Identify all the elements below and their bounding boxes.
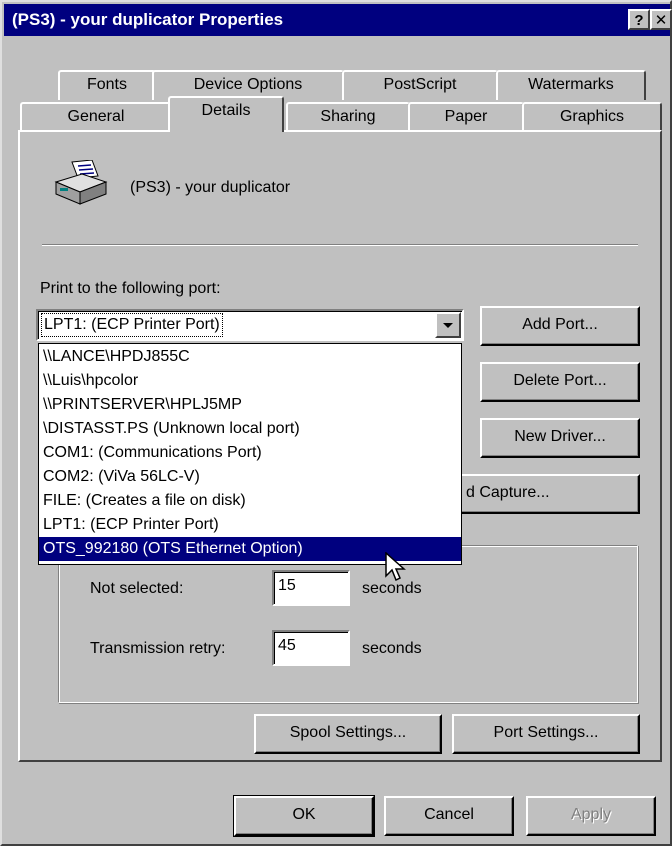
transmission-retry-value: 45	[278, 637, 296, 654]
properties-dialog: (PS3) - your duplicator Properties ? ✕ F…	[0, 0, 672, 846]
tab-label: General	[67, 108, 125, 125]
list-item[interactable]: COM1: (Communications Port)	[39, 441, 461, 465]
port-settings-button[interactable]: Port Settings...	[452, 714, 640, 754]
delete-port-label: Delete Port...	[513, 372, 607, 389]
list-item[interactable]: FILE: (Creates a file on disk)	[39, 489, 461, 513]
port-dropdown-list[interactable]: \\LANCE\HPDJ855C \\Luis\hpcolor \\PRINTS…	[38, 343, 462, 565]
tab-label: PostScript	[383, 76, 457, 93]
spool-settings-button[interactable]: Spool Settings...	[254, 714, 442, 754]
printer-icon	[54, 160, 108, 205]
tab-sharing[interactable]: Sharing	[286, 102, 410, 132]
port-label: Print to the following port:	[40, 280, 221, 298]
new-driver-label: New Driver...	[514, 428, 606, 445]
apply-label: Apply	[570, 806, 612, 823]
list-item[interactable]: LPT1: (ECP Printer Port)	[39, 513, 461, 537]
tab-label: Watermarks	[528, 76, 614, 93]
help-icon: ?	[634, 12, 644, 29]
not-selected-value: 15	[278, 577, 296, 594]
cancel-button[interactable]: Cancel	[384, 796, 514, 836]
transmission-retry-unit: seconds	[362, 640, 422, 657]
ok-button[interactable]: OK	[233, 795, 375, 837]
tab-label: Fonts	[86, 76, 127, 93]
tab-graphics[interactable]: Graphics	[522, 102, 662, 132]
port-settings-label: Port Settings...	[493, 724, 599, 741]
apply-button[interactable]: Apply	[526, 796, 656, 836]
title-bar[interactable]: (PS3) - your duplicator Properties ? ✕	[4, 4, 672, 36]
add-port-button[interactable]: Add Port...	[480, 306, 640, 346]
tab-general[interactable]: General	[20, 102, 172, 132]
mouse-cursor-icon	[385, 552, 406, 582]
ok-label: OK	[292, 806, 316, 823]
dropdown-button[interactable]	[435, 312, 461, 338]
not-selected-label: Not selected:	[90, 580, 184, 597]
list-item[interactable]: COM2: (ViVa 56LC-V)	[39, 465, 461, 489]
close-button[interactable]: ✕	[650, 9, 672, 30]
add-port-label: Add Port...	[522, 316, 598, 333]
not-selected-input[interactable]: 15	[272, 570, 350, 606]
tab-paper[interactable]: Paper	[408, 102, 524, 132]
tab-label: Details	[201, 102, 251, 119]
port-label-text: Print to the following port:	[40, 280, 221, 297]
close-icon: ✕	[654, 12, 668, 29]
help-button[interactable]: ?	[628, 9, 650, 30]
list-item[interactable]: \DISTASST.PS (Unknown local port)	[39, 417, 461, 441]
list-item[interactable]: \\LANCE\HPDJ855C	[39, 345, 461, 369]
timeout-settings-group	[58, 545, 638, 703]
cancel-label: Cancel	[424, 806, 474, 823]
tab-fonts[interactable]: Fonts	[58, 70, 156, 100]
list-item[interactable]: \\PRINTSERVER\HPLJ5MP	[39, 393, 461, 417]
port-select[interactable]: LPT1: (ECP Printer Port)	[36, 309, 464, 341]
transmission-retry-input[interactable]: 45	[272, 630, 350, 666]
list-item[interactable]: \\Luis\hpcolor	[39, 369, 461, 393]
chevron-down-icon	[443, 323, 453, 328]
tab-label: Graphics	[559, 108, 625, 125]
tab-details[interactable]: Details	[168, 96, 284, 132]
spool-settings-label: Spool Settings...	[289, 724, 407, 741]
window-title: (PS3) - your duplicator Properties	[12, 10, 284, 29]
tab-label: Sharing	[320, 108, 376, 125]
tab-label: Paper	[444, 108, 488, 125]
tab-watermarks[interactable]: Watermarks	[496, 70, 646, 100]
transmission-retry-label: Transmission retry:	[90, 640, 226, 657]
tab-postscript[interactable]: PostScript	[342, 70, 498, 100]
printer-name: (PS3) - your duplicator	[130, 179, 291, 196]
new-driver-button[interactable]: New Driver...	[480, 418, 640, 458]
port-select-value: LPT1: (ECP Printer Port)	[41, 313, 223, 337]
delete-port-button[interactable]: Delete Port...	[480, 362, 640, 402]
capture-port-label: d Capture...	[466, 484, 550, 501]
tab-label: Device Options	[193, 76, 303, 93]
separator	[42, 244, 638, 246]
